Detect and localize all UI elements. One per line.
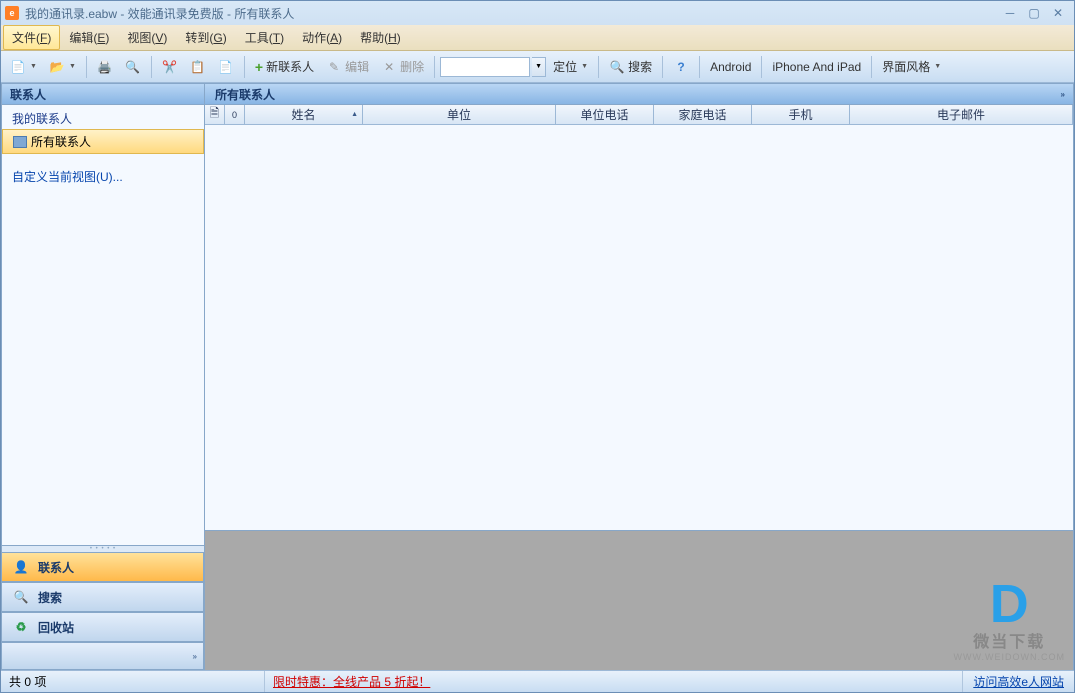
iphone-ipad-button[interactable]: iPhone And iPad [767,55,866,79]
watermark-logo-icon: D [954,580,1065,628]
paste-button[interactable]: 📄 [213,55,239,79]
new-file-icon: 📄 [10,59,26,75]
menu-edit[interactable]: 编辑(E) [60,25,118,50]
toolbar: 📄▼ 📂▼ 🖨️ 🔍 ✂️ 📋 📄 +新联系人 ✎编辑 ✕删除 ▼ 定位▼ 🔍搜… [1,51,1074,83]
print-icon: 🖨️ [97,59,113,75]
cut-button[interactable]: ✂️ [157,55,183,79]
promo-link[interactable]: 限时特惠：全线产品 5 折起！ [273,673,430,690]
open-button[interactable]: 📂▼ [44,55,81,79]
customize-view-link[interactable]: 自定义当前视图(U)... [2,165,204,188]
search-icon: 🔍 [609,59,625,75]
watermark-url: WWW.WEIDOWN.COM [954,652,1065,662]
menu-help[interactable]: 帮助(H) [351,25,410,50]
menu-goto[interactable]: 转到(G) [176,25,235,50]
cut-icon: ✂️ [162,59,178,75]
print-preview-icon: 🔍 [125,59,141,75]
sidebar-header: 联系人 [1,83,204,105]
tree-root-my-contacts[interactable]: 我的联系人 [2,107,204,130]
delete-icon: ✕ [381,59,397,75]
menu-view[interactable]: 视图(V) [118,25,176,50]
watermark-text: 微当下载 [954,628,1065,652]
content-header: 所有联系人 » [205,83,1074,105]
contacts-nav-icon: 👤 [12,558,30,576]
new-contact-button[interactable]: +新联系人 [250,55,319,79]
nav-label: 回收站 [38,619,74,636]
nav-search[interactable]: 🔍 搜索 [2,582,204,612]
tree-item-label: 所有联系人 [31,133,91,150]
print-preview-button[interactable]: 🔍 [120,55,146,79]
nav-label: 联系人 [38,559,74,576]
content-title: 所有联系人 [215,86,275,103]
preview-pane: D 微当下载 WWW.WEIDOWN.COM [205,530,1073,670]
nav-collapse-button[interactable]: » [2,642,204,670]
help-icon: ? [673,59,689,75]
close-button[interactable]: ✕ [1046,4,1070,22]
copy-button[interactable]: 📋 [185,55,211,79]
help-button[interactable]: ? [668,55,694,79]
android-button[interactable]: Android [705,55,756,79]
statusbar: 共 0 项 限时特惠：全线产品 5 折起！ 访问高效e人网站 [1,670,1074,692]
grid-body [205,125,1073,530]
new-button[interactable]: 📄▼ [5,55,42,79]
paste-icon: 📄 [218,59,234,75]
column-home-phone[interactable]: 家庭电话 [654,105,752,124]
locate-dropdown[interactable]: ▼ [532,57,546,77]
column-icon2[interactable]: 0 [225,105,245,124]
search-button[interactable]: 🔍搜索 [604,55,657,79]
panel-collapse-button[interactable]: » [1059,88,1067,101]
edit-icon: ✎ [326,59,342,75]
contact-tree: 我的联系人 所有联系人 自定义当前视图(U)... [1,105,204,546]
minimize-button[interactable]: ─ [998,4,1022,22]
menu-action[interactable]: 动作(A) [293,25,351,50]
maximize-button[interactable]: ▢ [1022,4,1046,22]
open-folder-icon: 📂 [49,59,65,75]
locate-button[interactable]: 定位▼ [548,55,593,79]
edit-button[interactable]: ✎编辑 [321,55,374,79]
column-name[interactable]: 姓名▲ [245,105,363,124]
ui-style-button[interactable]: 界面风格▼ [877,55,946,79]
nav-label: 搜索 [38,589,62,606]
locate-input[interactable] [440,57,530,77]
menu-file[interactable]: 文件(F) [3,25,60,50]
nav-contacts[interactable]: 👤 联系人 [2,552,204,582]
recycle-nav-icon: ♻ [12,618,30,636]
app-icon: e [5,6,19,20]
nav-recycle[interactable]: ♻ 回收站 [2,612,204,642]
status-promo-cell: 限时特惠：全线产品 5 折起！ [265,671,963,692]
titlebar: e 我的通讯录.eabw - 效能通讯录免费版 - 所有联系人 ─ ▢ ✕ [1,1,1074,25]
column-mobile[interactable]: 手机 [752,105,850,124]
column-email[interactable]: 电子邮件 [850,105,1073,124]
delete-button[interactable]: ✕删除 [376,55,429,79]
column-icon1[interactable]: 🗎 [205,105,225,124]
tree-item-all-contacts[interactable]: 所有联系人 [2,129,204,154]
column-work-phone[interactable]: 单位电话 [556,105,654,124]
menu-tools[interactable]: 工具(T) [236,25,293,50]
copy-icon: 📋 [190,59,206,75]
grid-header: 🗎 0 姓名▲ 单位 单位电话 家庭电话 手机 电子邮件 [205,105,1073,125]
contacts-icon [13,136,27,148]
search-nav-icon: 🔍 [12,588,30,606]
window-title: 我的通讯录.eabw - 效能通讯录免费版 - 所有联系人 [25,5,998,22]
status-count: 共 0 项 [1,671,265,692]
watermark: D 微当下载 WWW.WEIDOWN.COM [954,580,1065,662]
site-link[interactable]: 访问高效e人网站 [963,673,1074,690]
flag-icon: 0 [232,110,237,120]
sort-asc-icon: ▲ [351,111,358,118]
attachment-icon: 🗎 [210,104,220,125]
menubar: 文件(F) 编辑(E) 视图(V) 转到(G) 工具(T) 动作(A) 帮助(H… [1,25,1074,51]
column-company[interactable]: 单位 [363,105,556,124]
print-button[interactable]: 🖨️ [92,55,118,79]
plus-icon: + [255,59,263,75]
